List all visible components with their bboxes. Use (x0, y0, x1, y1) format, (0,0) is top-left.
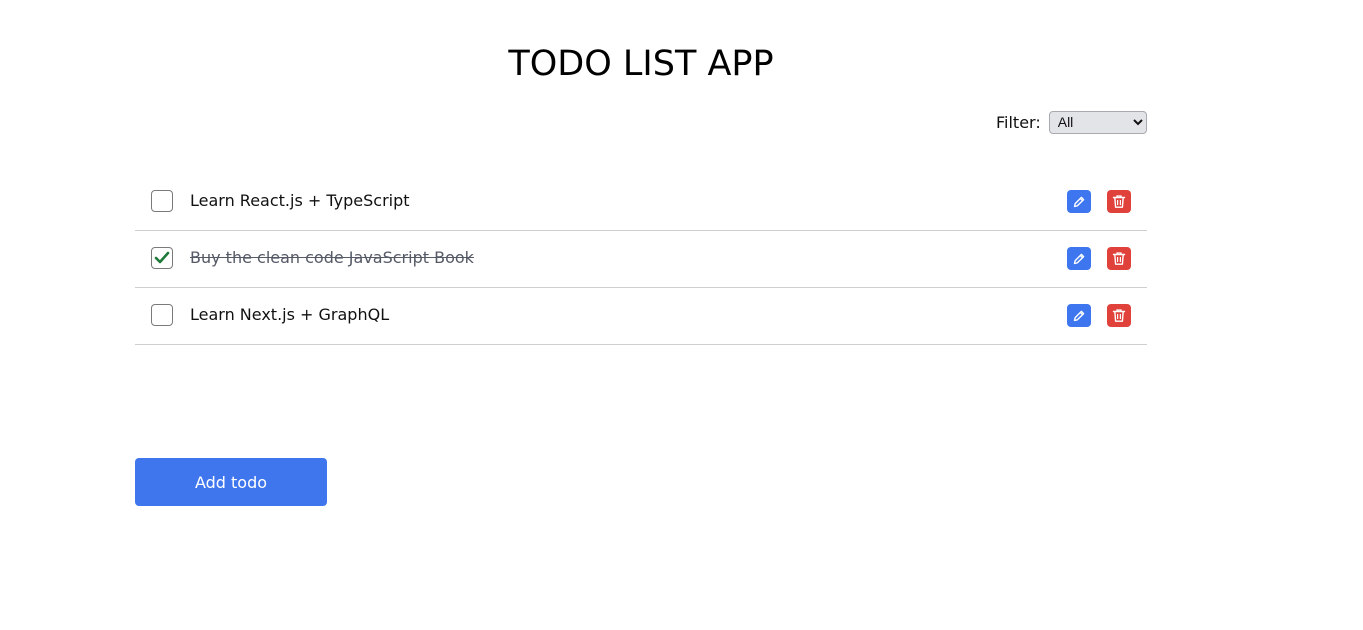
delete-button[interactable] (1107, 190, 1131, 213)
page-title: TODO LIST APP (508, 44, 774, 84)
pencil-icon (1073, 253, 1085, 264)
todo-list: Learn React.js + TypeScript Buy the clea… (135, 174, 1147, 345)
todo-checkbox[interactable] (151, 304, 173, 326)
pencil-icon (1073, 196, 1085, 207)
trash-icon (1112, 195, 1126, 208)
trash-icon (1112, 252, 1126, 265)
pencil-icon (1073, 310, 1085, 321)
todo-item: Learn Next.js + GraphQL (135, 288, 1147, 345)
todo-text: Learn React.js + TypeScript (190, 191, 410, 210)
edit-button[interactable] (1067, 247, 1091, 270)
checkmark-icon (154, 251, 170, 264)
delete-button[interactable] (1107, 247, 1131, 270)
trash-icon (1112, 309, 1126, 322)
todo-checkbox[interactable] (151, 247, 173, 269)
filter-row: Filter: All (996, 110, 1147, 134)
todo-text: Learn Next.js + GraphQL (190, 305, 390, 324)
todo-text: Buy the clean code JavaScript Book (190, 248, 474, 267)
edit-button[interactable] (1067, 304, 1091, 327)
filter-select[interactable]: All (1048, 110, 1147, 134)
todo-item: Learn React.js + TypeScript (135, 174, 1147, 231)
todo-item: Buy the clean code JavaScript Book (135, 231, 1147, 288)
delete-button[interactable] (1107, 304, 1131, 327)
add-todo-button[interactable]: Add todo (135, 458, 327, 506)
edit-button[interactable] (1067, 190, 1091, 213)
filter-label: Filter: (996, 112, 1041, 132)
todo-checkbox[interactable] (151, 190, 173, 212)
